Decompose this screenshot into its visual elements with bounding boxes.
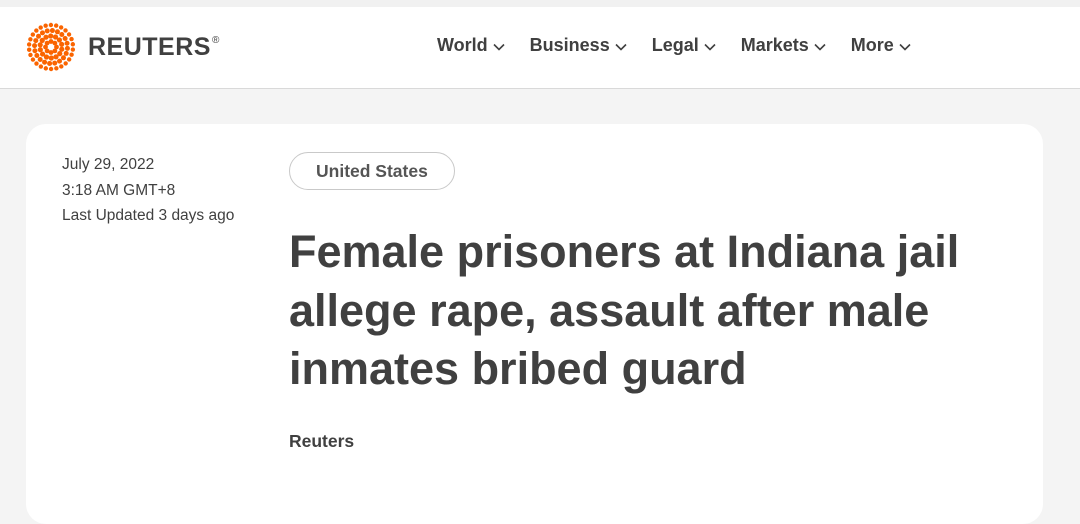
logo-dot — [59, 46, 65, 52]
publish-date: July 29, 2022 — [62, 156, 155, 173]
last-updated: Last Updated 3 days ago — [62, 207, 235, 224]
logo-dot — [62, 35, 68, 41]
logo-dot — [36, 33, 42, 39]
logo-dot — [48, 55, 54, 61]
logo-dot — [57, 58, 63, 64]
logo-dot — [34, 53, 40, 59]
nav-item-markets[interactable]: Markets — [741, 35, 826, 56]
logo-dot — [43, 34, 49, 40]
nav-item-world[interactable]: World — [437, 35, 505, 56]
logo-dot — [53, 23, 59, 28]
logo-dot — [43, 23, 48, 28]
logo-dot — [70, 47, 76, 52]
site-header: REUTERS® World Business Legal Markets Mo… — [0, 7, 1080, 89]
chevron-down-icon — [704, 35, 716, 56]
logo-dot — [39, 30, 45, 36]
logo-dot — [34, 28, 39, 33]
logo-dot — [69, 52, 74, 57]
nav-item-label: Business — [529, 35, 610, 55]
article-card: July 29, 2022 3:18 AM GMT+8 Last Updated… — [26, 124, 1043, 524]
logo-dot — [28, 37, 33, 42]
publish-time: 3:18 AM GMT+8 — [62, 181, 176, 199]
logo-dot — [26, 42, 32, 47]
top-band — [0, 0, 1080, 7]
nav-item-label: Legal — [651, 35, 699, 55]
logo-dot — [59, 64, 64, 69]
nav-item-label: More — [850, 35, 894, 55]
logo-dot — [32, 43, 38, 49]
logo-dot — [47, 60, 53, 66]
chevron-down-icon — [814, 35, 826, 56]
logo-dot — [54, 66, 59, 71]
logo-dot — [37, 42, 43, 48]
nav-item-legal[interactable]: Legal — [652, 35, 716, 56]
logo-dot — [32, 48, 38, 54]
main-nav: World Business Legal Markets More — [437, 35, 936, 56]
logo-dot — [70, 42, 76, 47]
logo-dot — [66, 57, 72, 62]
article-headline: Female prisoners at Indiana jail allege … — [289, 226, 960, 394]
logo-dot — [69, 36, 74, 42]
logo-dot — [48, 66, 54, 72]
logo-dot — [43, 66, 49, 71]
brand-name: REUTERS® — [88, 32, 220, 61]
logo-dot — [48, 33, 54, 39]
logo-dot — [64, 45, 70, 51]
byline: Reuters — [289, 431, 355, 451]
logo-dot — [49, 28, 55, 34]
logo-dot — [33, 38, 39, 44]
logo-dot — [58, 25, 64, 30]
logo-dot — [60, 55, 66, 61]
logo-dot — [63, 28, 68, 33]
logo-dot — [34, 61, 39, 66]
logo-dot — [52, 40, 58, 46]
logo-dot — [59, 32, 65, 38]
logo-dot — [38, 64, 44, 69]
chevron-down-icon — [615, 35, 627, 56]
nav-item-label: World — [437, 35, 488, 55]
logo-dot — [53, 54, 59, 60]
logo-dot — [42, 59, 48, 65]
reuters-logo[interactable]: REUTERS® — [26, 22, 220, 72]
logo-dot — [64, 40, 70, 46]
logo-dot — [26, 47, 32, 52]
logo-dot — [63, 50, 69, 56]
nav-item-label: Markets — [740, 35, 809, 55]
logo-dot — [44, 28, 50, 34]
article-meta: July 29, 2022 3:18 AM GMT+8 Last Updated… — [62, 152, 234, 229]
logo-dot — [37, 47, 43, 53]
reuters-logo-icon — [26, 22, 76, 72]
logo-dot — [30, 32, 36, 37]
logo-dot — [52, 60, 58, 66]
chevron-down-icon — [493, 35, 505, 56]
logo-dot — [30, 57, 36, 62]
nav-item-more[interactable]: More — [851, 35, 911, 56]
logo-dot — [54, 29, 60, 35]
logo-dot — [48, 22, 54, 28]
logo-dot — [59, 41, 65, 47]
section-tag-button[interactable]: United States — [289, 152, 455, 190]
logo-dot — [28, 52, 33, 58]
logo-dot — [38, 25, 43, 30]
logo-dot — [66, 32, 72, 37]
chevron-down-icon — [899, 35, 911, 56]
nav-item-business[interactable]: Business — [530, 35, 627, 56]
logo-dot — [63, 61, 68, 66]
logo-dot — [37, 56, 43, 62]
